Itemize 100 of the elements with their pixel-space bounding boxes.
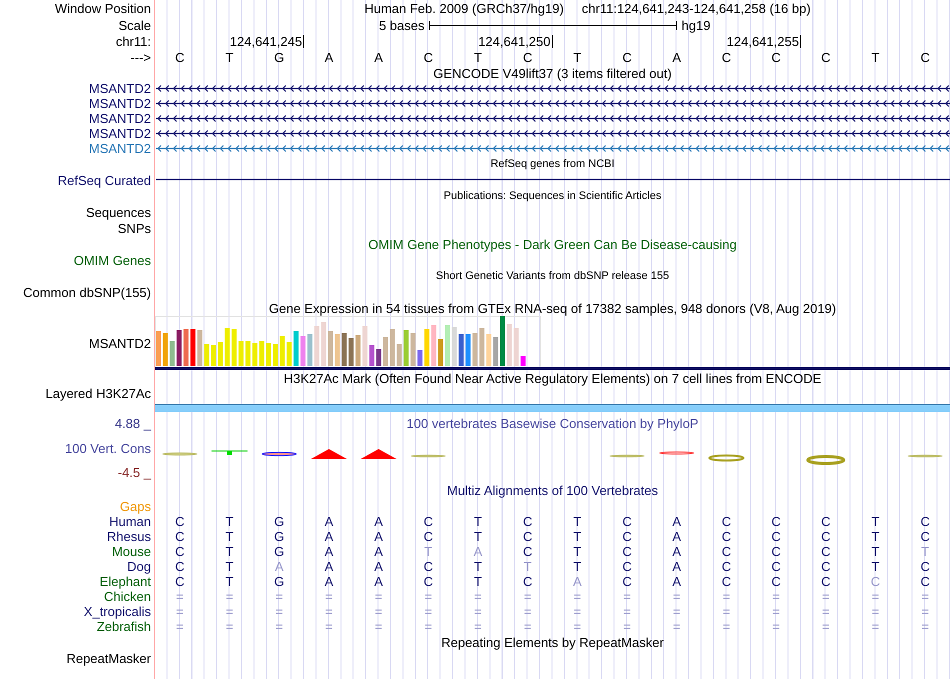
base-letter: A: [374, 575, 383, 588]
base-letter: C: [821, 530, 830, 543]
track-label: Human: [109, 515, 151, 528]
base-letter: A: [672, 545, 682, 558]
track-label: Layered H3K27Ac: [45, 387, 151, 400]
track-label: Dog: [127, 560, 151, 573]
base-letter: C: [175, 50, 185, 64]
base-letter: T: [573, 545, 582, 558]
ruler-tick-label: 124,641,250: [478, 34, 552, 48]
base-letter: C: [175, 575, 185, 588]
base-letter: T: [871, 560, 880, 573]
base-letter: T: [474, 530, 482, 543]
base-letter: =: [574, 620, 582, 633]
base-letter: C: [821, 560, 830, 573]
base-letter: =: [374, 590, 382, 603]
base-letter: T: [524, 560, 532, 573]
base-letter: G: [274, 515, 284, 528]
base-letter: T: [226, 575, 234, 588]
track-label: Mouse: [112, 545, 151, 558]
base-letter: T: [474, 575, 482, 588]
base-letter: =: [374, 605, 382, 618]
base-letter: T: [474, 515, 482, 528]
base-letter: C: [522, 530, 532, 543]
base-letter: =: [474, 620, 482, 633]
base-letter: C: [424, 515, 433, 528]
base-letter: C: [920, 560, 930, 573]
axis-min-label: -4.5 _: [118, 466, 151, 479]
base-letter: =: [275, 605, 284, 618]
base-letter: =: [672, 605, 681, 618]
base-letter: A: [672, 50, 682, 64]
track-label: Scale: [118, 18, 151, 32]
base-letter: A: [274, 560, 284, 573]
base-letter: G: [274, 545, 284, 558]
base-letter: T: [921, 545, 930, 558]
assembly-name: Human Feb. 2009 (GRCh37/hg19): [364, 2, 564, 15]
base-letter: C: [522, 545, 532, 558]
base-letter: =: [921, 620, 929, 633]
base-letter: =: [722, 590, 730, 603]
base-letter: T: [226, 560, 234, 573]
base-letter: =: [325, 590, 333, 603]
track-label: Rhesus: [106, 530, 151, 543]
base-letter: G: [274, 530, 284, 543]
track-label: chr11:: [116, 34, 151, 48]
track-label: MSANTD2: [88, 142, 151, 155]
base-letter: C: [522, 575, 532, 588]
axis-max-label: 4.88 _: [114, 417, 151, 430]
base-letter: =: [325, 605, 333, 618]
base-letter: C: [622, 545, 632, 558]
base-letter: A: [672, 515, 682, 528]
base-letter: =: [226, 620, 234, 633]
base-letter: A: [324, 515, 334, 528]
base-letter: C: [522, 50, 532, 64]
track-title: Repeating Elements by RepeatMasker: [441, 636, 664, 648]
track-label: RepeatMasker: [66, 652, 151, 664]
base-letter: C: [175, 530, 185, 543]
base-letter: C: [175, 545, 185, 558]
base-letter: C: [821, 575, 830, 588]
base-letter: T: [871, 50, 880, 64]
track-label: MSANTD2: [88, 127, 151, 140]
base-letter: C: [622, 530, 632, 543]
base-letter: =: [921, 590, 929, 603]
base-letter: =: [623, 590, 631, 603]
track-title: Publications: Sequences in Scientific Articles: [444, 190, 662, 202]
base-letter: C: [821, 545, 830, 558]
base-letter: =: [872, 605, 880, 618]
base-letter: =: [176, 605, 184, 618]
base-letter: A: [672, 560, 682, 573]
base-letter: T: [424, 545, 432, 558]
track-label: Chicken: [104, 590, 151, 603]
base-letter: C: [622, 575, 632, 588]
base-letter: =: [474, 590, 482, 603]
base-letter: =: [176, 620, 184, 633]
base-letter: =: [275, 620, 284, 633]
base-letter: =: [474, 605, 482, 618]
ruler-tick-label: 124,641,245: [230, 34, 304, 48]
base-letter: =: [872, 590, 880, 603]
track-title: H3K27Ac Mark (Often Found Near Active Regulatory Elements) on 7 cell lines from ENCODE: [284, 372, 822, 384]
track-label: Window Position: [54, 2, 151, 15]
base-letter: A: [324, 545, 334, 558]
base-letter: C: [424, 50, 433, 64]
track-label: MSANTD2: [88, 112, 151, 125]
track-title: RefSeq genes from NCBI: [490, 158, 615, 170]
base-letter: A: [672, 575, 682, 588]
base-letter: A: [573, 575, 582, 588]
base-letter: =: [822, 620, 830, 633]
base-letter: =: [524, 620, 532, 633]
track-label: RefSeq Curated: [58, 174, 151, 186]
base-letter: =: [226, 605, 234, 618]
track-title: 100 vertebrates Basewise Conservation by PhyloP: [406, 416, 698, 430]
base-letter: C: [722, 545, 732, 558]
base-letter: =: [374, 620, 382, 633]
track-title: GENCODE V49lift37 (3 items filtered out): [433, 66, 672, 80]
track-label: --->: [130, 50, 151, 64]
base-letter: =: [226, 590, 234, 603]
base-letter: G: [274, 50, 284, 64]
base-letter: T: [474, 50, 482, 64]
base-letter: C: [622, 515, 632, 528]
base-letter: =: [176, 590, 184, 603]
base-letter: C: [522, 515, 532, 528]
base-letter: C: [424, 560, 433, 573]
